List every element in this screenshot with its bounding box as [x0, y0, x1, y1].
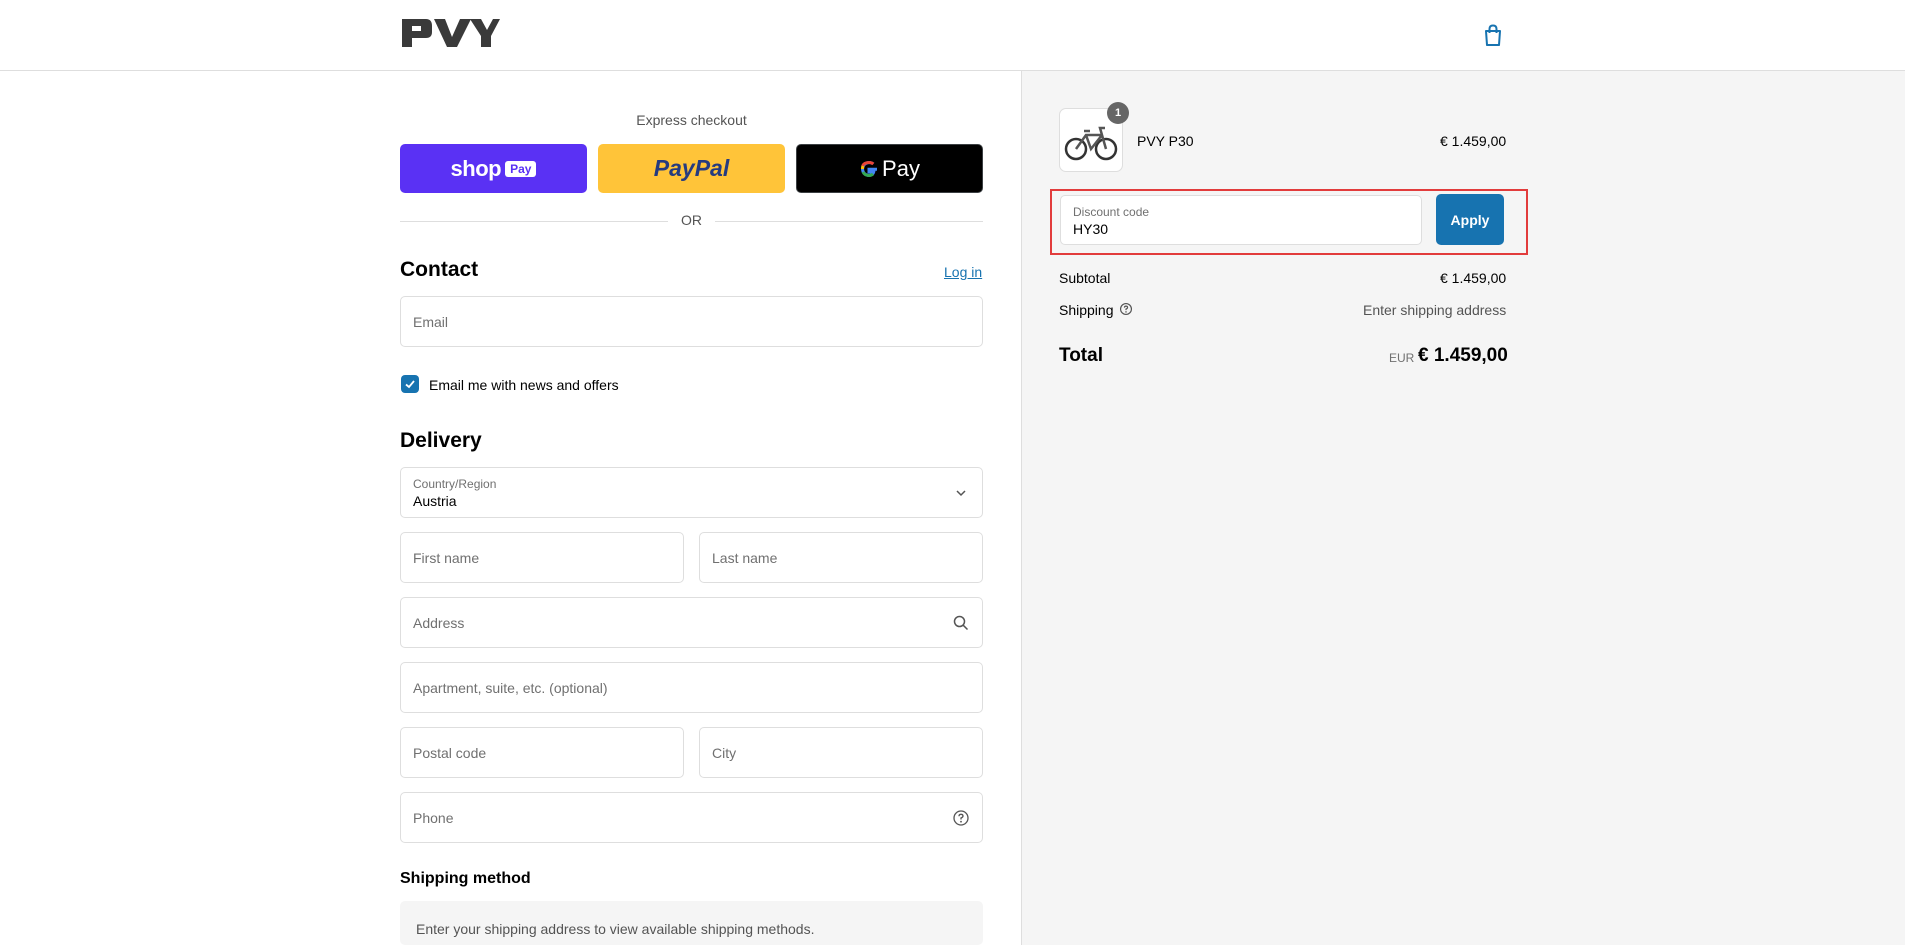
phone-placeholder: Phone [413, 809, 454, 826]
quantity-badge: 1 [1107, 102, 1129, 124]
chevron-down-icon [956, 489, 966, 496]
city-placeholder: City [712, 744, 737, 761]
header [0, 0, 1905, 71]
apply-button[interactable]: Apply [1436, 194, 1504, 245]
subtotal-value: € 1.459,00 [1440, 270, 1507, 286]
address-field[interactable]: Address [400, 597, 983, 648]
address-placeholder: Address [413, 614, 465, 631]
discount-code-value: HY30 [1073, 221, 1109, 237]
apartment-placeholder: Apartment, suite, etc. (optional) [413, 679, 608, 696]
login-link[interactable]: Log in [944, 264, 982, 280]
shipping-value: Enter shipping address [1363, 302, 1507, 318]
city-field[interactable]: City [699, 727, 983, 778]
paypal-button[interactable]: PayPal [598, 144, 785, 193]
or-divider: OR [400, 212, 983, 230]
shipping-help-icon[interactable] [1119, 302, 1133, 316]
google-pay-button[interactable]: Pay [796, 144, 983, 193]
shipping-label: Shipping [1059, 302, 1114, 318]
last-name-placeholder: Last name [712, 549, 778, 566]
phone-field[interactable]: Phone [400, 792, 983, 843]
last-name-field[interactable]: Last name [699, 532, 983, 583]
help-circle-icon[interactable] [952, 809, 970, 827]
first-name-placeholder: First name [413, 549, 480, 566]
shop-pay-badge: Pay [505, 160, 537, 177]
paypal-logo: PayPal [653, 155, 730, 181]
newsletter-label: Email me with news and offers [429, 377, 619, 393]
total-currency: EUR [1389, 351, 1415, 365]
gpay-label: Pay [882, 155, 920, 181]
postal-code-field[interactable]: Postal code [400, 727, 684, 778]
newsletter-checkbox[interactable] [401, 375, 419, 393]
country-label: Country/Region [413, 477, 497, 491]
first-name-field[interactable]: First name [400, 532, 684, 583]
pvy-logo[interactable] [400, 16, 500, 50]
shopping-bag-icon[interactable] [1480, 22, 1506, 48]
total-label: Total [1059, 345, 1103, 366]
apartment-field[interactable]: Apartment, suite, etc. (optional) [400, 662, 983, 713]
shop-pay-logo: shop [450, 155, 502, 181]
country-value: Austria [413, 493, 457, 509]
delivery-heading: Delivery [400, 429, 482, 452]
search-icon [953, 615, 969, 630]
shipping-method-note: Enter your shipping address to view avai… [400, 901, 983, 945]
product-price: € 1.459,00 [1440, 133, 1507, 149]
total-value: € 1.459,00 [1418, 345, 1508, 366]
google-g-icon [861, 160, 878, 177]
email-field[interactable]: Email [400, 296, 983, 347]
country-select[interactable]: Country/Region Austria [400, 467, 983, 518]
discount-code-field[interactable]: Discount code HY30 [1060, 195, 1422, 245]
express-checkout-title: Express checkout [636, 112, 747, 128]
subtotal-label: Subtotal [1059, 270, 1111, 286]
contact-heading: Contact [400, 258, 479, 281]
shipping-method-heading: Shipping method [400, 870, 531, 887]
email-placeholder: Email [413, 313, 449, 330]
shop-pay-button[interactable]: shop Pay [400, 144, 587, 193]
checkmark-icon [405, 380, 415, 389]
product-name: PVY P30 [1137, 133, 1194, 149]
postal-code-placeholder: Postal code [413, 744, 487, 761]
discount-code-label: Discount code [1073, 205, 1150, 219]
shipping-method-note-text: Enter your shipping address to view avai… [416, 921, 815, 937]
or-label: OR [681, 212, 702, 228]
